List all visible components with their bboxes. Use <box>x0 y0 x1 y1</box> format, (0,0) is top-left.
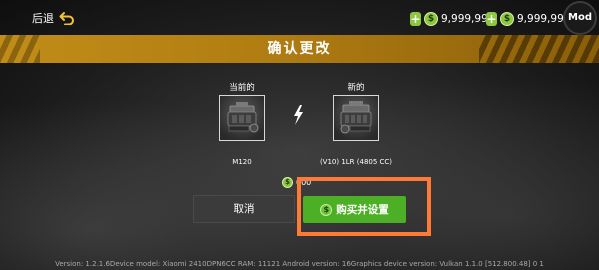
new-part-name: (V10) 1LR (4805 CC) <box>319 158 393 166</box>
dialog-title: 确认更改 <box>267 41 332 57</box>
version-info: Version: 1.2.1.6Device model: Xiaomi 241… <box>55 260 544 268</box>
current-part: 当前的 M120 <box>212 82 272 166</box>
dollar-coin-icon: $ <box>320 203 333 216</box>
add-currency-icon[interactable]: + <box>486 12 497 26</box>
dollar-coin-icon: $ <box>282 176 293 188</box>
cancel-button[interactable]: 取消 <box>193 195 295 223</box>
new-part: 新的 (V10) 1LR (4805 CC) <box>320 82 392 166</box>
back-button[interactable]: 后退 <box>32 8 75 28</box>
add-currency-icon[interactable]: + <box>410 12 421 26</box>
dollar-coin-icon: $ <box>424 12 438 26</box>
mod-badge[interactable]: Mod <box>563 1 597 35</box>
current-part-name: M120 <box>232 158 252 166</box>
buy-button-label: 购买并设置 <box>336 204 389 216</box>
currency-display[interactable]: + $ 9,999,999 <box>486 10 570 28</box>
buy-and-install-button[interactable]: $ 购买并设置 <box>303 196 406 223</box>
current-part-label: 当前的 <box>229 83 255 93</box>
new-part-label: 新的 <box>347 83 365 93</box>
top-bar: 后退 + $ 9,999,999 + $ 9,999,999 Mod <box>0 0 599 36</box>
dollar-coin-icon: $ <box>500 12 514 26</box>
back-label: 后退 <box>32 12 54 25</box>
engine-icon <box>333 95 379 141</box>
currency-display[interactable]: + $ 9,999,999 <box>410 10 494 28</box>
title-band: 确认更改 <box>0 35 599 63</box>
engine-icon <box>219 95 265 141</box>
lightning-arrow-icon <box>292 105 304 129</box>
back-arrow-icon <box>59 11 75 25</box>
